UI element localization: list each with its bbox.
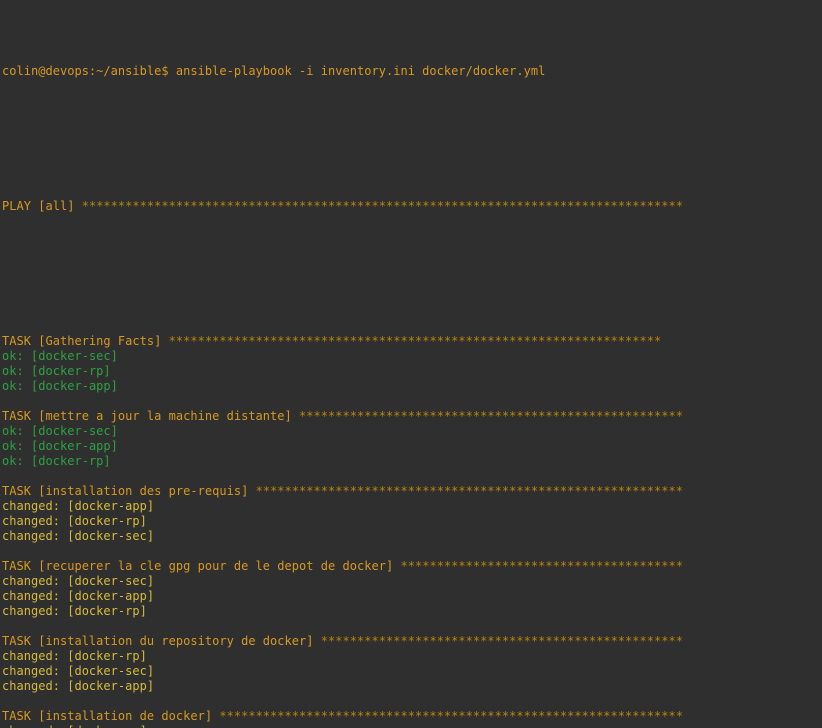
task-block: TASK [installation des pre-requis] *****… (2, 484, 822, 559)
task-result-status: changed: (2, 529, 68, 543)
task-stars-space (314, 634, 321, 648)
task-result-line: changed: [docker-rp] (2, 604, 822, 619)
terminal-output-pane[interactable]: colin@devops:~/ansible$ ansible-playbook… (0, 0, 822, 728)
task-block: TASK [Gathering Facts] *****************… (2, 334, 822, 409)
task-result-line: changed: [docker-rp] (2, 724, 822, 728)
task-result-status: ok: (2, 424, 31, 438)
task-header-line: TASK [installation des pre-requis] *****… (2, 484, 822, 499)
task-result-line: ok: [docker-app] (2, 379, 822, 394)
task-result-host: [docker-app] (67, 679, 155, 693)
task-result-line: changed: [docker-sec] (2, 664, 822, 679)
task-result-line: ok: [docker-sec] (2, 424, 822, 439)
task-stars: ****************************************… (320, 634, 684, 648)
task-result-status: changed: (2, 574, 68, 588)
shell-prompt-text: colin@devops:~/ansible$ ansible-playbook… (2, 64, 546, 78)
play-header-line: PLAY [all] *****************************… (2, 199, 822, 214)
task-label: TASK [installation de docker] (2, 709, 213, 723)
task-result-status: changed: (2, 499, 68, 513)
task-result-host: [docker-app] (30, 439, 118, 453)
task-result-line: changed: [docker-app] (2, 499, 822, 514)
task-result-host: [docker-rp] (67, 604, 147, 618)
play-stars (74, 199, 81, 213)
task-result-status: ok: (2, 349, 31, 363)
task-result-status: changed: (2, 514, 68, 528)
task-label: TASK [installation des pre-requis] (2, 484, 249, 498)
task-header-line: TASK [installation du repository de dock… (2, 634, 822, 649)
task-result-status: ok: (2, 454, 31, 468)
task-result-host: [docker-sec] (67, 529, 155, 543)
task-result-line: changed: [docker-sec] (2, 574, 822, 589)
task-block: TASK [recuperer la cle gpg pour de le de… (2, 559, 822, 634)
task-result-line: changed: [docker-sec] (2, 529, 822, 544)
task-header-line: TASK [installation de docker] **********… (2, 709, 822, 724)
task-stars: ****************************************… (219, 709, 683, 723)
task-result-host: [docker-rp] (30, 454, 111, 468)
task-result-line: ok: [docker-app] (2, 439, 822, 454)
task-block: TASK [mettre a jour la machine distante]… (2, 409, 822, 484)
task-stars: *************************************** (400, 559, 684, 573)
task-stars-space (161, 334, 168, 348)
task-result-host: [docker-rp] (30, 364, 111, 378)
task-result-host: [docker-sec] (67, 574, 155, 588)
task-result-status: changed: (2, 664, 68, 678)
task-result-line: ok: [docker-rp] (2, 454, 822, 469)
task-header-line: TASK [recuperer la cle gpg pour de le de… (2, 559, 822, 574)
task-result-status: changed: (2, 604, 68, 618)
task-stars: ****************************************… (255, 484, 684, 498)
task-stars: ****************************************… (299, 409, 684, 423)
task-stars: ****************************************… (168, 334, 662, 348)
task-label: TASK [mettre a jour la machine distante] (2, 409, 292, 423)
task-result-host: [docker-sec] (30, 424, 118, 438)
task-result-status: ok: (2, 379, 31, 393)
task-stars-space (248, 484, 255, 498)
task-result-host: [docker-app] (67, 499, 155, 513)
play-label: PLAY [all] (2, 199, 75, 213)
play-stars-fill: ****************************************… (81, 199, 684, 213)
task-label: TASK [Gathering Facts] (2, 334, 162, 348)
task-result-host: [docker-sec] (67, 664, 155, 678)
task-header-line: TASK [Gathering Facts] *****************… (2, 334, 822, 349)
task-block-list: TASK [Gathering Facts] *****************… (2, 334, 822, 728)
task-result-host: [docker-rp] (67, 649, 147, 663)
task-block: TASK [installation de docker] **********… (2, 709, 822, 728)
task-result-line: ok: [docker-rp] (2, 364, 822, 379)
task-result-status: changed: (2, 589, 68, 603)
task-result-host: [docker-rp] (67, 724, 147, 728)
task-block: TASK [installation du repository de dock… (2, 634, 822, 709)
task-label: TASK [installation du repository de dock… (2, 634, 314, 648)
task-result-status: ok: (2, 364, 31, 378)
shell-prompt-line: colin@devops:~/ansible$ ansible-playbook… (2, 64, 822, 79)
task-result-status: ok: (2, 439, 31, 453)
task-result-host: [docker-app] (30, 379, 118, 393)
task-result-host: [docker-rp] (67, 514, 147, 528)
task-result-line: changed: [docker-app] (2, 589, 822, 604)
task-result-status: changed: (2, 679, 68, 693)
task-result-status: changed: (2, 724, 67, 728)
task-result-line: changed: [docker-rp] (2, 649, 822, 664)
task-result-line: ok: [docker-sec] (2, 349, 822, 364)
task-result-host: [docker-app] (67, 589, 155, 603)
task-result-line: changed: [docker-app] (2, 679, 822, 694)
task-label: TASK [recuperer la cle gpg pour de le de… (2, 559, 394, 573)
task-header-line: TASK [mettre a jour la machine distante]… (2, 409, 822, 424)
task-result-line: changed: [docker-rp] (2, 514, 822, 529)
task-result-status: changed: (2, 649, 68, 663)
task-result-host: [docker-sec] (30, 349, 118, 363)
task-stars-space (292, 409, 299, 423)
